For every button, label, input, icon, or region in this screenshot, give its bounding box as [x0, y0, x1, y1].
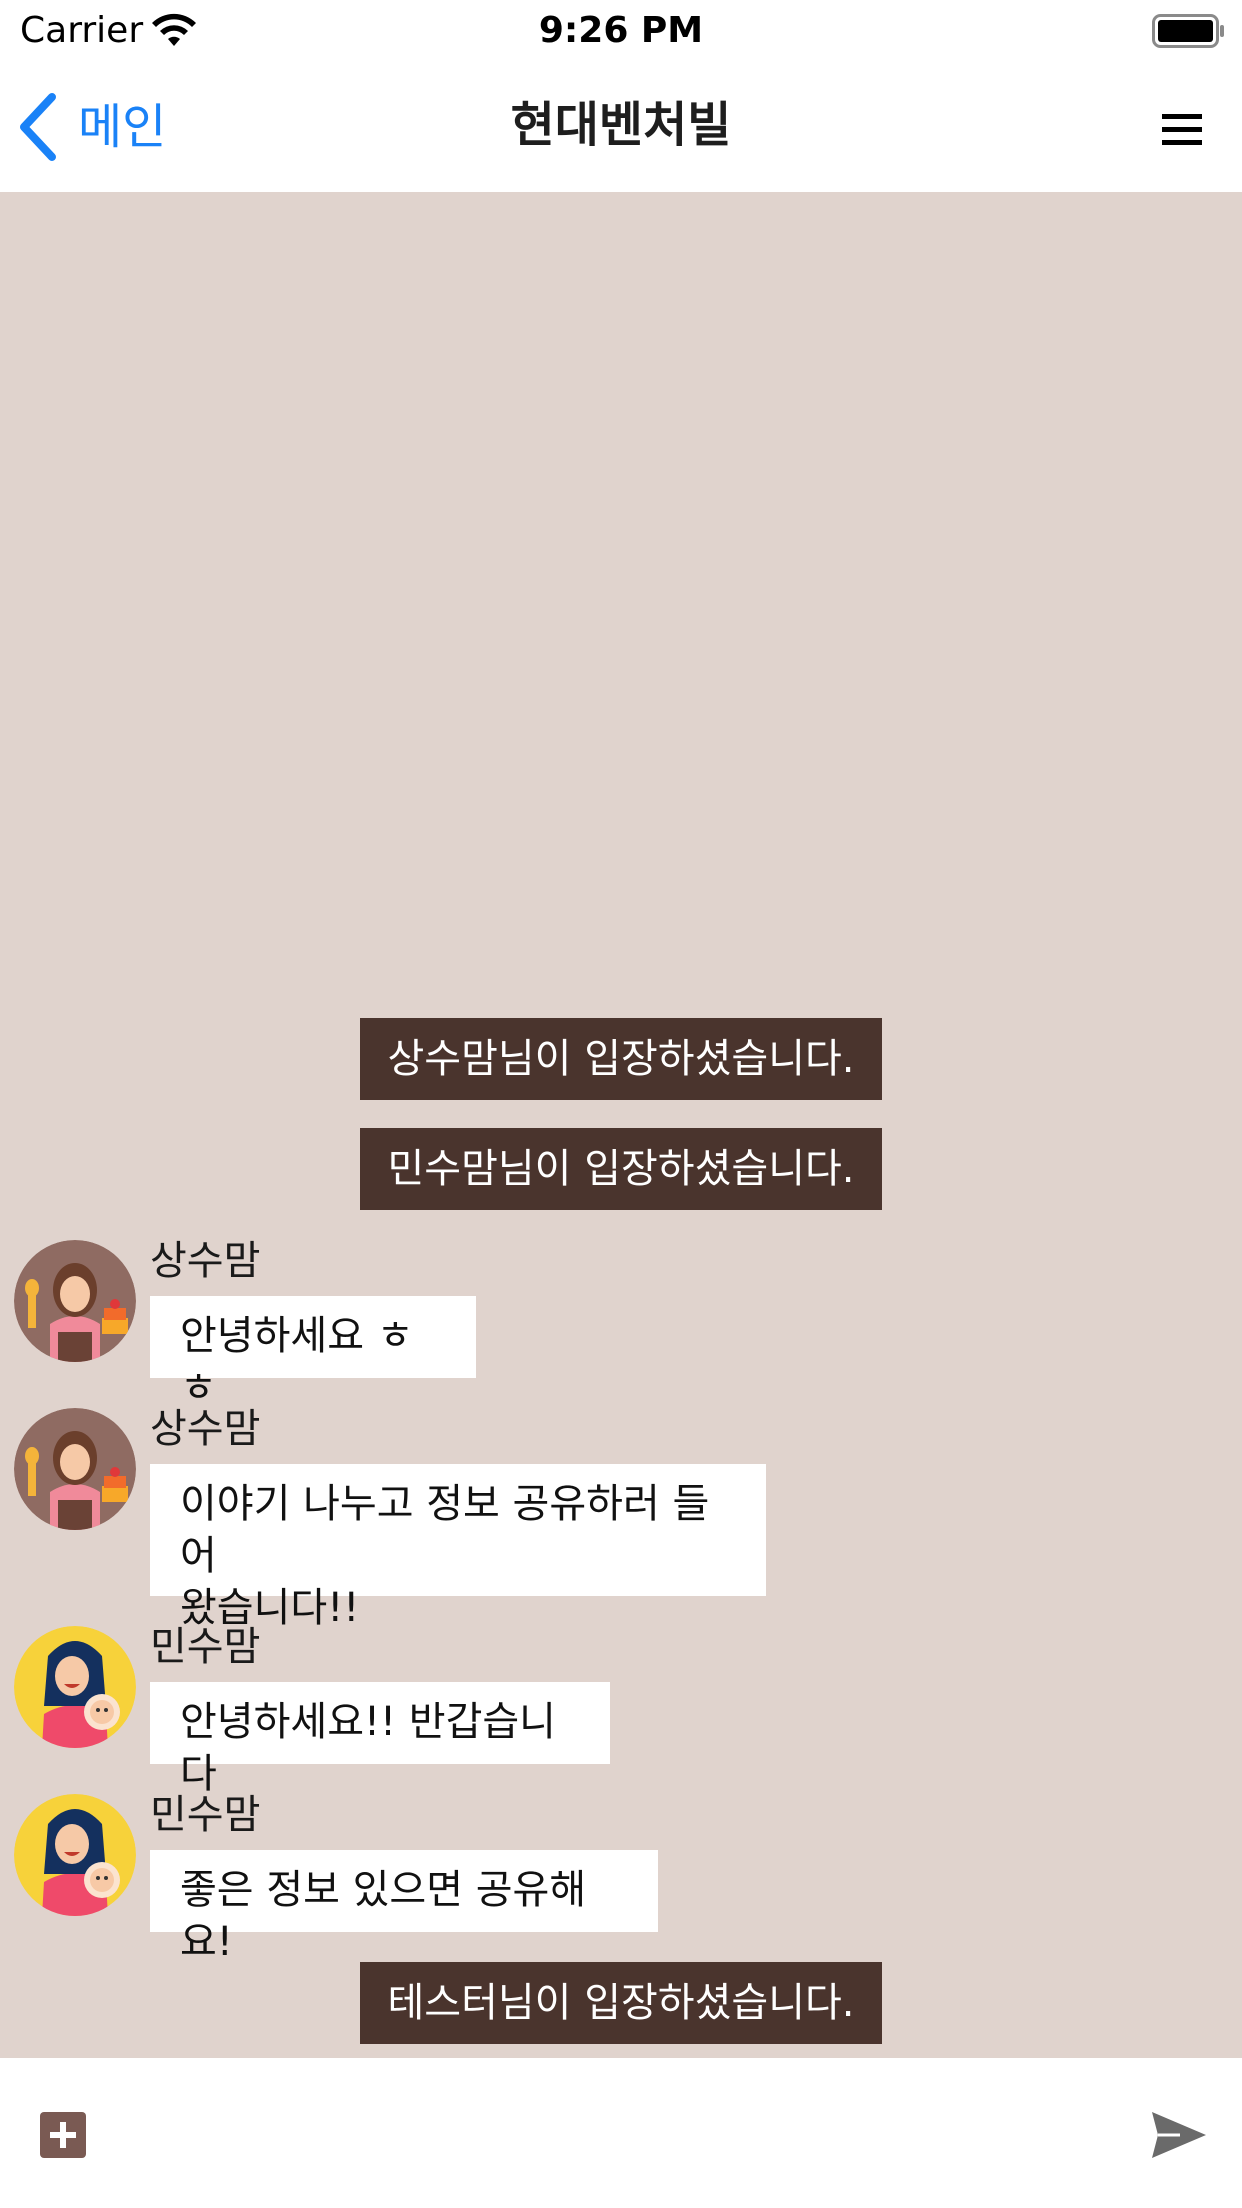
mom-with-cake-avatar[interactable]: [14, 1240, 136, 1362]
mom-with-cake-avatar[interactable]: [14, 1408, 136, 1530]
sender-name: 상수맘: [150, 1406, 261, 1452]
hamburger-menu-icon[interactable]: [1150, 104, 1210, 154]
system-message: 민수맘님이 입장하셨습니다.: [360, 1128, 882, 1210]
system-message: 테스터님이 입장하셨습니다.: [360, 1962, 882, 2044]
status-time: 9:26 PM: [538, 10, 704, 51]
plus-icon: [50, 2122, 76, 2148]
chat-bubble[interactable]: 안녕하세요!! 반갑습니다: [150, 1682, 610, 1797]
chat-bubble[interactable]: 안녕하세요 ㅎㅎ: [150, 1296, 476, 1411]
sender-name: 민수맘: [150, 1624, 261, 1670]
avatar-image: [14, 1408, 136, 1530]
chat-bubble[interactable]: 좋은 정보 있으면 공유해요!: [150, 1850, 658, 1965]
chat-bubble[interactable]: 이야기 나누고 정보 공유하러 들어 왔습니다!!: [150, 1464, 766, 1631]
message-input-bar: [0, 2058, 1242, 2208]
avatar-image: [14, 1626, 136, 1748]
add-attachment-button[interactable]: [40, 2112, 86, 2158]
avatar-image: [14, 1794, 136, 1916]
mom-with-baby-avatar[interactable]: [14, 1626, 136, 1748]
system-message: 상수맘님이 입장하셨습니다.: [360, 1018, 882, 1100]
chat-area[interactable]: 상수맘님이 입장하셨습니다. 민수맘님이 입장하셨습니다. 상수맘 안녕하세요 …: [0, 192, 1242, 2058]
send-icon[interactable]: [1150, 2110, 1208, 2160]
sender-name: 상수맘: [150, 1238, 261, 1284]
avatar-image: [14, 1240, 136, 1362]
mom-with-baby-avatar[interactable]: [14, 1794, 136, 1916]
message-input[interactable]: [120, 2088, 1124, 2180]
battery-icon: [1152, 14, 1224, 48]
sender-name: 민수맘: [150, 1792, 261, 1838]
status-bar: Carrier 9:26 PM: [0, 0, 1242, 62]
navigation-bar: 메인 현대벤처빌: [0, 62, 1242, 192]
page-title: 현대벤처빌: [510, 97, 732, 153]
